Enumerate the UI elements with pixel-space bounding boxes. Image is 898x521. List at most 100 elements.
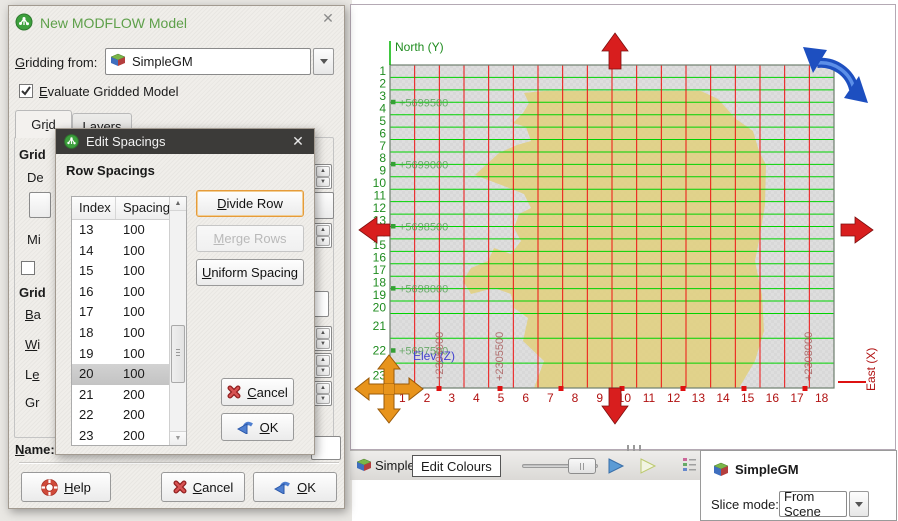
cancel-button[interactable]: Cancel	[161, 472, 245, 502]
scene-3d-view[interactable]: 1234567891011121314151617181920212223123…	[350, 4, 896, 450]
properties-panel: SimpleGM Slice mode: From Scene	[700, 450, 897, 521]
red-axis-arrow[interactable]	[841, 217, 873, 243]
opacity-slider-thumb[interactable]	[568, 458, 596, 474]
scrollbar-thumb[interactable]	[171, 325, 185, 383]
svg-text:3: 3	[448, 391, 455, 405]
spacing-row[interactable]: 22200	[72, 405, 169, 426]
spacing-table[interactable]: Index Spacing 13100141001510016100171001…	[71, 196, 187, 446]
help-button[interactable]: Help	[21, 472, 111, 502]
spacing-row[interactable]: 20100	[72, 364, 169, 385]
spacing-row[interactable]: 13100	[72, 220, 169, 241]
close-icon[interactable]: ✕	[320, 10, 336, 26]
red-axis-arrow[interactable]	[602, 33, 628, 69]
tab-grid-label: Grid	[31, 117, 56, 132]
svg-text:18: 18	[815, 391, 829, 405]
slice-mode-label: Slice mode:	[711, 497, 779, 512]
evaluate-checkbox-label: Evaluate Gridded Model	[39, 84, 178, 99]
slice-mode-dropdown-arrow[interactable]	[849, 491, 869, 517]
length-label: Le	[25, 367, 39, 382]
help-lifering-icon	[41, 479, 58, 496]
svg-text:2: 2	[424, 391, 431, 405]
edit-colours-button[interactable]: Edit Colours	[412, 455, 501, 477]
svg-text:+5698500: +5698500	[399, 222, 448, 234]
base-label: Ba	[25, 307, 41, 322]
dialog-title: Edit Spacings	[86, 134, 166, 149]
ok-button[interactable]: OK	[221, 413, 294, 441]
svg-text:4: 4	[473, 391, 480, 405]
svg-text:21: 21	[373, 319, 387, 333]
svg-text:11: 11	[643, 391, 656, 405]
svg-text:5: 5	[498, 391, 505, 405]
cancel-x-icon	[227, 385, 241, 399]
spacing-row[interactable]: 21200	[72, 385, 169, 406]
cancel-button-label: Cancel	[193, 480, 233, 495]
svg-text:20: 20	[373, 300, 387, 314]
svg-text:16: 16	[766, 391, 780, 405]
merge-rows-label: Merge Rows	[214, 231, 287, 246]
leapfrog-app-icon	[64, 134, 79, 149]
show-edges-icon[interactable]	[638, 456, 658, 479]
option-checkbox[interactable]	[21, 261, 35, 275]
uniform-spacing-button[interactable]: Uniform Spacing	[196, 259, 304, 286]
evaluate-checkbox[interactable]	[19, 84, 33, 98]
slice-mode-select[interactable]: From Scene	[779, 491, 847, 517]
svg-text:14: 14	[716, 391, 730, 405]
table-scrollbar[interactable]: ▲ ▼	[169, 197, 186, 445]
pan-view-arrow[interactable]	[378, 394, 400, 423]
ok-arrow-icon	[237, 420, 254, 434]
divide-row-button[interactable]: Divide Row	[196, 190, 304, 217]
dialog-title: New MODFLOW Model	[40, 15, 187, 31]
merge-rows-button[interactable]: Merge Rows	[196, 225, 304, 252]
scene-toolbar: Simple... Edit Colours	[350, 450, 700, 480]
gridding-from-dropdown-arrow[interactable]	[313, 48, 334, 75]
grid-extents-section-label: Grid	[19, 285, 46, 300]
svg-text:12: 12	[667, 391, 681, 405]
spacing-row[interactable]: 18100	[72, 323, 169, 344]
gridding-from-value: SimpleGM	[132, 54, 193, 69]
spacing-row[interactable]: 14100	[72, 241, 169, 262]
svg-text:17: 17	[790, 391, 804, 405]
edit-spacings-button-fragment[interactable]	[29, 192, 51, 218]
spacing-row[interactable]: 23200	[72, 426, 169, 445]
spacing-table-rows[interactable]: 1310014100151001610017100181001910020100…	[72, 220, 169, 445]
grid-label: Gr	[25, 395, 39, 410]
gridded-model-icon	[356, 457, 372, 476]
application-window: { "colors": { "title_green": "#5ea04a", …	[0, 0, 898, 521]
name-input-fragment[interactable]	[311, 436, 341, 460]
east-axis-label: East (X)	[864, 348, 878, 391]
spacing-row[interactable]: 15100	[72, 261, 169, 282]
close-icon[interactable]: ✕	[290, 133, 306, 149]
svg-text:+2305500: +2305500	[494, 332, 506, 381]
scroll-up-icon[interactable]: ▲	[170, 197, 186, 211]
cancel-button[interactable]: Cancel	[221, 378, 294, 406]
svg-text:+2308000: +2308000	[803, 332, 815, 381]
object-name: SimpleGM	[735, 462, 799, 477]
spacing-row[interactable]: 19100	[72, 344, 169, 365]
edit-spacings-titlebar[interactable]: Edit Spacings ✕	[56, 129, 314, 154]
scroll-down-icon[interactable]: ▼	[170, 431, 186, 445]
gridding-from-select[interactable]: SimpleGM	[105, 48, 311, 75]
divider	[19, 462, 339, 463]
name-label: Name:	[15, 442, 55, 457]
gridded-model-icon	[110, 52, 126, 71]
show-faces-icon[interactable]	[606, 456, 626, 479]
ok-button[interactable]: OK	[253, 472, 337, 502]
uniform-spacing-label: Uniform Spacing	[202, 265, 298, 280]
svg-text:+5699000: +5699000	[399, 159, 448, 171]
panel-splitter-handle[interactable]	[627, 445, 645, 451]
scene-grid-canvas[interactable]: 1234567891011121314151617181920212223123…	[351, 5, 895, 449]
shape-properties-icon[interactable]	[682, 457, 697, 475]
slice-mode-value: From Scene	[784, 489, 846, 519]
svg-text:9: 9	[596, 391, 603, 405]
grid-section-label: Grid	[19, 147, 46, 162]
default-spacing-label: De	[27, 170, 44, 185]
edit-spacings-dialog: Edit Spacings ✕ Row Spacings Index Spaci…	[55, 128, 315, 455]
leapfrog-app-icon	[15, 13, 33, 34]
svg-text:6: 6	[522, 391, 529, 405]
svg-text:+5698000: +5698000	[399, 284, 448, 296]
gridding-from-label: Gridding from:	[15, 55, 97, 70]
spacing-row[interactable]: 16100	[72, 282, 169, 303]
spacing-row[interactable]: 17100	[72, 302, 169, 323]
column-header-index[interactable]: Index	[72, 197, 116, 219]
north-axis-label: North (Y)	[395, 40, 444, 54]
